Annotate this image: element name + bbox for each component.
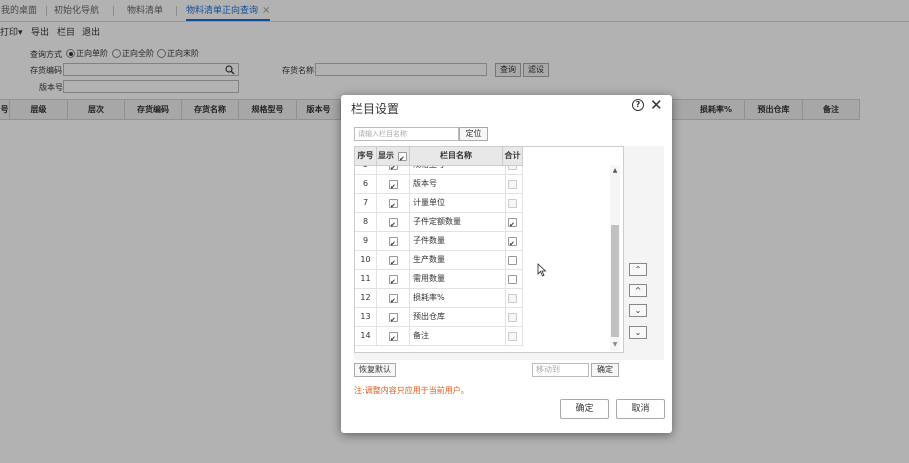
- column-search-input[interactable]: 请输入栏目名称: [354, 127, 459, 141]
- row-sum-cell: [503, 269, 523, 288]
- show-checkbox[interactable]: [389, 311, 398, 326]
- close-icon[interactable]: ✕: [650, 96, 663, 114]
- header-show-label: 显示: [378, 151, 394, 160]
- dialog-title: 栏目设置: [351, 102, 400, 116]
- row-index: 12: [355, 288, 377, 307]
- list-item[interactable]: 10 生产数量: [355, 250, 523, 270]
- chevron-double-up-icon: ⌃: [634, 265, 642, 274]
- row-index: 13: [355, 307, 377, 326]
- list-item[interactable]: 12 损耗率%: [355, 288, 523, 308]
- move-up-button[interactable]: ^: [629, 284, 647, 297]
- move-to-confirm-button[interactable]: 确定: [591, 363, 619, 377]
- row-sum-cell: [503, 174, 523, 193]
- row-sum-cell: [503, 326, 523, 345]
- row-show-cell: [377, 250, 410, 269]
- row-index: 8: [355, 212, 377, 231]
- move-top-button[interactable]: ⌃: [629, 263, 647, 276]
- row-index: 14: [355, 326, 377, 345]
- row-name: 版本号: [410, 174, 506, 193]
- row-show-cell: [377, 193, 410, 212]
- header-show-checkbox[interactable]: [398, 150, 407, 168]
- restore-default-button[interactable]: 恢复默认: [354, 363, 396, 377]
- scroll-thumb[interactable]: [611, 225, 619, 337]
- row-sum-cell: [503, 250, 523, 269]
- list-item[interactable]: 14 备注: [355, 326, 523, 346]
- show-checkbox[interactable]: [389, 330, 398, 345]
- scroll-down-icon[interactable]: ▼: [610, 341, 620, 348]
- row-show-cell: [377, 231, 410, 250]
- sum-checkbox: [508, 199, 517, 208]
- help-icon[interactable]: ?: [632, 99, 644, 111]
- show-checkbox[interactable]: [389, 178, 398, 193]
- row-show-cell: [377, 174, 410, 193]
- row-sum-cell: [503, 193, 523, 212]
- row-name: 损耗率%: [410, 288, 506, 307]
- chevron-double-down-icon: ⌄: [634, 328, 642, 337]
- header-show: 显示: [377, 147, 410, 168]
- sum-checkbox: [508, 332, 517, 341]
- list-item[interactable]: 9 子件数量: [355, 231, 523, 251]
- sum-checkbox[interactable]: [508, 256, 517, 265]
- sum-checkbox[interactable]: [508, 216, 517, 231]
- column-settings-dialog: 栏目设置 ? ✕ 请输入栏目名称 定位 序号 显示 栏目名称 合计 5规格型号6…: [341, 95, 672, 433]
- header-name: 栏目名称: [410, 147, 503, 165]
- cancel-button[interactable]: 取消: [616, 399, 665, 419]
- column-list-panel: 序号 显示 栏目名称 合计 5规格型号6版本号7计量单位8子件定额数量9子件数量…: [354, 146, 664, 360]
- row-show-cell: [377, 288, 410, 307]
- list-scrollbar[interactable]: ▲ ▼: [610, 165, 620, 351]
- move-to-input[interactable]: 移动到: [532, 363, 589, 377]
- row-name: 需用数量: [410, 269, 506, 288]
- show-checkbox[interactable]: [389, 292, 398, 307]
- row-index: 9: [355, 231, 377, 250]
- sum-checkbox: [508, 313, 517, 322]
- chevron-up-icon: ^: [634, 286, 642, 295]
- show-checkbox[interactable]: [389, 273, 398, 288]
- row-name: 子件数量: [410, 231, 506, 250]
- row-name: 备注: [410, 326, 506, 345]
- row-name: 预出仓库: [410, 307, 506, 326]
- show-checkbox[interactable]: [389, 197, 398, 212]
- move-down-button[interactable]: ⌄: [629, 304, 647, 317]
- sum-checkbox: [508, 180, 517, 189]
- row-sum-cell: [503, 307, 523, 326]
- sum-checkbox[interactable]: [508, 275, 517, 284]
- move-bottom-button[interactable]: ⌄: [629, 326, 647, 339]
- list-item[interactable]: 7 计量单位: [355, 193, 523, 213]
- list-header: 序号 显示 栏目名称 合计: [355, 147, 523, 168]
- row-sum-cell: [503, 231, 523, 250]
- show-checkbox[interactable]: [389, 254, 398, 269]
- row-show-cell: [377, 269, 410, 288]
- row-index: 11: [355, 269, 377, 288]
- dialog-note: 注:调整内容只应用于当前用户。: [354, 386, 469, 395]
- list-item[interactable]: 8 子件定额数量: [355, 212, 523, 232]
- sum-checkbox: [508, 294, 517, 303]
- row-name: 生产数量: [410, 250, 506, 269]
- row-name: 子件定额数量: [410, 212, 506, 231]
- row-index: 7: [355, 193, 377, 212]
- row-show-cell: [377, 326, 410, 345]
- show-checkbox[interactable]: [389, 216, 398, 231]
- row-index: 6: [355, 174, 377, 193]
- chevron-down-icon: ⌄: [634, 306, 642, 315]
- ok-button[interactable]: 确定: [560, 399, 609, 419]
- header-sum: 合计: [503, 147, 523, 165]
- list-item[interactable]: 6 版本号: [355, 174, 523, 194]
- header-index: 序号: [355, 147, 377, 165]
- mouse-cursor-icon: [537, 263, 547, 277]
- show-checkbox[interactable]: [389, 235, 398, 250]
- list-item[interactable]: 11 需用数量: [355, 269, 523, 289]
- row-show-cell: [377, 307, 410, 326]
- column-list-table: 序号 显示 栏目名称 合计 5规格型号6版本号7计量单位8子件定额数量9子件数量…: [354, 146, 624, 353]
- row-show-cell: [377, 212, 410, 231]
- row-sum-cell: [503, 212, 523, 231]
- row-sum-cell: [503, 288, 523, 307]
- sum-checkbox[interactable]: [508, 235, 517, 250]
- scroll-up-icon[interactable]: ▲: [610, 167, 620, 174]
- row-name: 计量单位: [410, 193, 506, 212]
- locate-button[interactable]: 定位: [459, 127, 488, 141]
- row-index: 10: [355, 250, 377, 269]
- list-item[interactable]: 13 预出仓库: [355, 307, 523, 327]
